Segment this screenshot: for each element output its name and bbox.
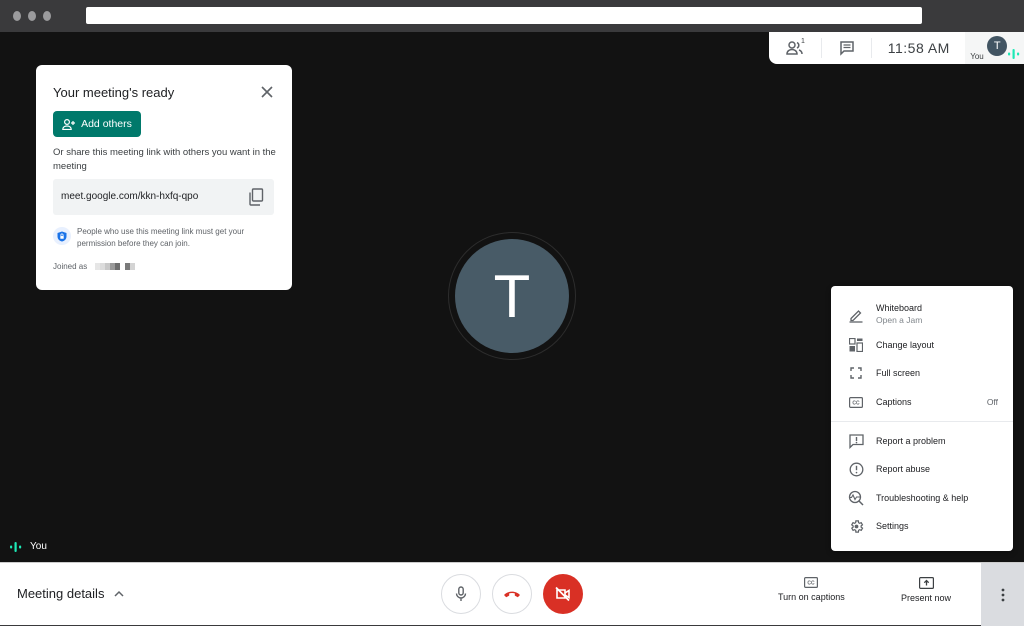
participants-button[interactable]: 1	[769, 32, 821, 64]
chat-button[interactable]	[822, 32, 871, 64]
avatar: T	[987, 36, 1008, 56]
bottom-control-bar: Meeting details CC Turn on captions Pres…	[0, 562, 1024, 626]
chat-icon	[839, 41, 854, 56]
meeting-details-label: Meeting details	[17, 586, 105, 601]
address-bar[interactable]	[86, 7, 922, 24]
self-label: You	[970, 52, 984, 61]
present-icon	[918, 577, 934, 589]
menu-item-whiteboard[interactable]: Whiteboard Open a Jam	[831, 300, 1013, 330]
troubleshoot-icon	[848, 490, 864, 506]
leave-call-button[interactable]	[492, 574, 532, 614]
add-person-icon	[62, 118, 76, 130]
meeting-details-button[interactable]: Meeting details	[17, 586, 124, 601]
svg-text:CC: CC	[808, 581, 816, 587]
pencil-icon	[848, 307, 864, 323]
menu-label: Report a problem	[876, 436, 946, 446]
hang-up-icon	[504, 591, 520, 598]
menu-item-captions[interactable]: CC Captions Off	[831, 389, 1013, 415]
menu-item-change-layout[interactable]: Change layout	[831, 332, 1013, 358]
camera-off-button[interactable]	[543, 574, 583, 614]
browser-chrome	[0, 0, 1024, 32]
menu-divider	[831, 421, 1013, 422]
redacted-name	[95, 263, 136, 270]
menu-item-settings[interactable]: Settings	[831, 513, 1013, 539]
layout-icon	[848, 337, 864, 353]
joined-as: Joined as	[53, 262, 136, 271]
menu-item-report-abuse[interactable]: Report abuse	[831, 456, 1013, 482]
menu-item-full-screen[interactable]: Full screen	[831, 360, 1013, 386]
menu-label: Change layout	[876, 340, 935, 350]
close-icon[interactable]	[260, 85, 274, 99]
window-dot[interactable]	[13, 11, 21, 21]
fullscreen-icon	[848, 365, 864, 381]
menu-label: Settings	[876, 521, 909, 531]
captions-icon: CC	[848, 394, 864, 410]
more-vert-icon	[1001, 588, 1004, 601]
self-video-label: You	[10, 541, 47, 552]
audio-indicator-icon	[1008, 49, 1020, 59]
shield-icon-wrap	[53, 227, 71, 245]
microphone-icon	[455, 586, 467, 601]
captions-state: Off	[986, 397, 998, 407]
permission-notice: People who use this meeting link must ge…	[77, 227, 245, 248]
report-abuse-icon	[848, 461, 864, 477]
menu-label: Captions	[876, 397, 912, 407]
card-title: Your meeting's ready	[53, 85, 175, 100]
settings-icon	[848, 518, 864, 534]
present-now-button[interactable]: Present now	[901, 577, 951, 603]
top-info-panel: 1 11:58 AM You T	[769, 32, 1024, 64]
add-others-button[interactable]: Add others	[53, 111, 141, 137]
menu-label: Report abuse	[876, 464, 931, 474]
self-tile[interactable]: You T	[965, 32, 1024, 64]
shield-icon	[57, 231, 67, 241]
svg-text:CC: CC	[852, 400, 860, 406]
add-others-label: Add others	[81, 118, 132, 130]
window-dot[interactable]	[28, 11, 36, 21]
meeting-ready-card: Your meeting's ready Add others Or share…	[36, 65, 292, 290]
participants-count: 1	[801, 38, 805, 45]
captions-label: Turn on captions	[778, 592, 845, 602]
window-dot[interactable]	[43, 11, 51, 21]
captions-icon: CC	[804, 577, 819, 588]
present-label: Present now	[901, 593, 952, 603]
menu-sublabel: Open a Jam	[876, 315, 923, 325]
main-avatar: T	[455, 239, 569, 353]
menu-item-troubleshooting[interactable]: Troubleshooting & help	[831, 485, 1013, 511]
camera-off-icon	[555, 586, 570, 602]
clock: 11:58 AM	[887, 40, 950, 56]
more-options-button[interactable]	[981, 563, 1024, 626]
share-instructions: Or share this meeting link with others y…	[53, 147, 276, 172]
report-problem-icon	[848, 433, 864, 449]
menu-label: Whiteboard	[876, 303, 923, 313]
turn-on-captions-button[interactable]: CC Turn on captions	[778, 577, 845, 602]
chevron-up-icon	[114, 590, 124, 597]
menu-label: Troubleshooting & help	[876, 493, 969, 503]
meeting-link-box: meet.google.com/kkn-hxfq-qpo	[53, 179, 274, 215]
self-name: You	[30, 541, 47, 552]
joined-as-label: Joined as	[53, 262, 88, 271]
microphone-button[interactable]	[441, 574, 481, 614]
audio-indicator-icon	[10, 541, 22, 552]
menu-item-report-problem[interactable]: Report a problem	[831, 428, 1013, 454]
options-menu: Whiteboard Open a Jam Change layout Full…	[831, 286, 1013, 551]
meeting-link[interactable]: meet.google.com/kkn-hxfq-qpo	[61, 191, 198, 202]
menu-label: Full screen	[876, 368, 921, 378]
copy-icon[interactable]	[248, 188, 264, 206]
